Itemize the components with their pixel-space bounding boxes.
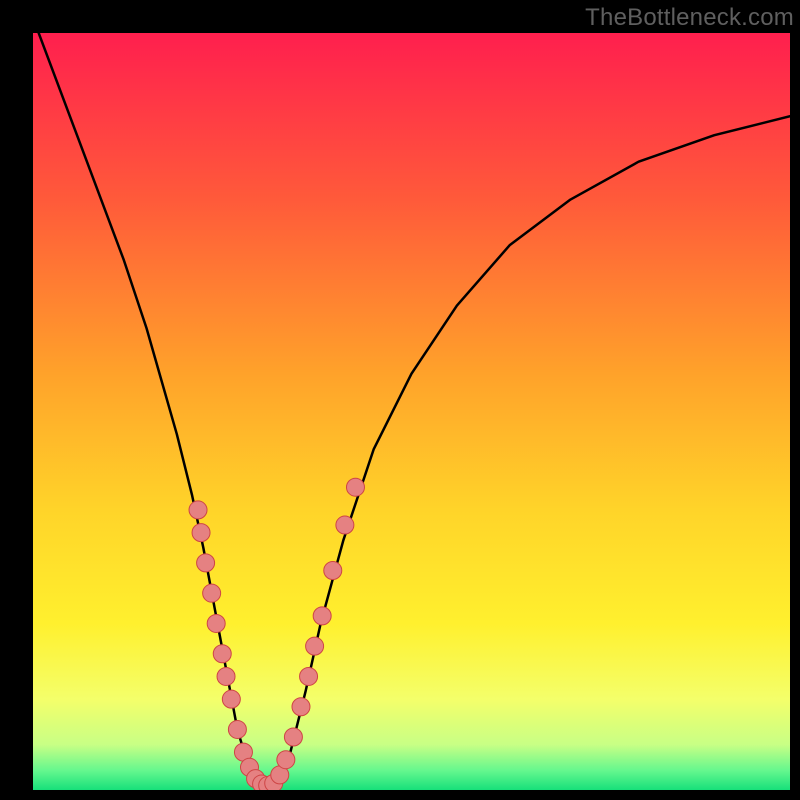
data-marker	[203, 584, 221, 602]
data-marker	[197, 554, 215, 572]
data-marker	[300, 667, 318, 685]
data-marker	[277, 751, 295, 769]
watermark-text: TheBottleneck.com	[585, 4, 794, 32]
data-marker	[192, 524, 210, 542]
data-marker	[292, 698, 310, 716]
data-marker	[313, 607, 331, 625]
bottleneck-curve	[33, 33, 790, 790]
data-marker	[213, 645, 231, 663]
data-marker	[284, 728, 302, 746]
chart-root: TheBottleneck.com	[0, 0, 800, 800]
data-markers	[189, 478, 364, 790]
plot-area	[33, 33, 790, 790]
bottleneck-curve-layer	[33, 33, 790, 790]
data-marker	[217, 667, 235, 685]
data-marker	[346, 478, 364, 496]
data-marker	[189, 501, 207, 519]
data-marker	[336, 516, 354, 534]
data-marker	[228, 720, 246, 738]
data-marker	[207, 614, 225, 632]
data-marker	[324, 561, 342, 579]
data-marker	[222, 690, 240, 708]
data-marker	[306, 637, 324, 655]
